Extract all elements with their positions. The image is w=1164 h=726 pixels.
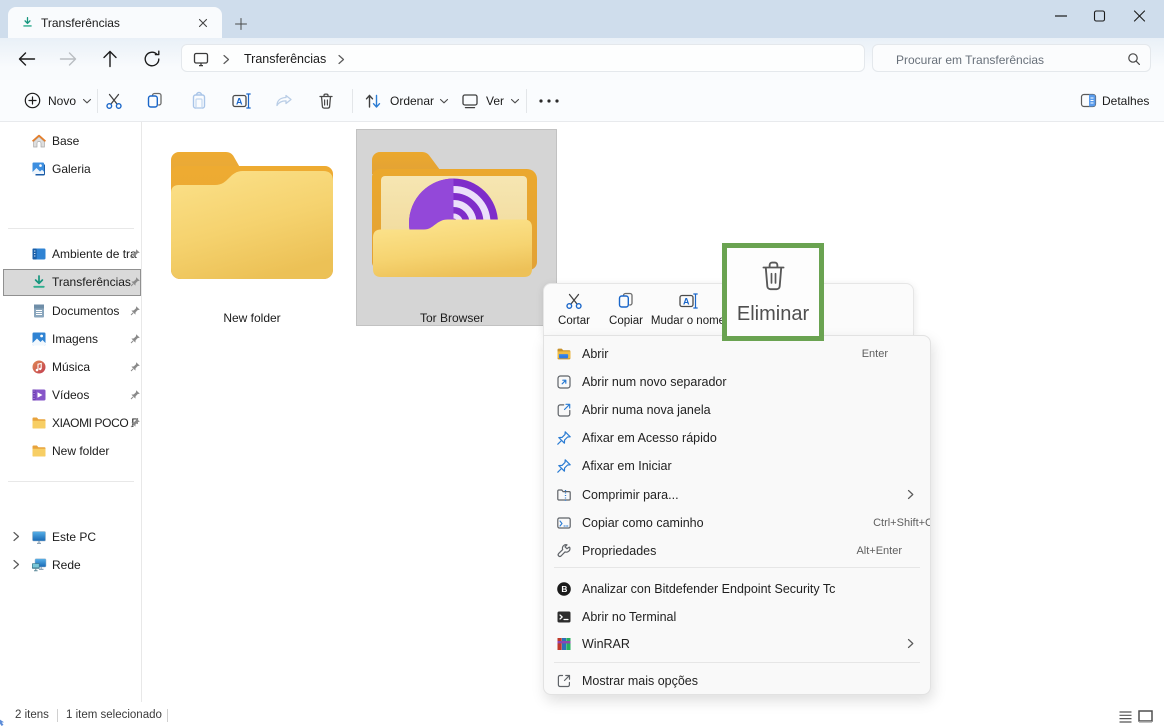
svg-text:B: B — [561, 584, 567, 594]
svg-text:A: A — [236, 97, 243, 107]
svg-text:A: A — [683, 297, 690, 307]
